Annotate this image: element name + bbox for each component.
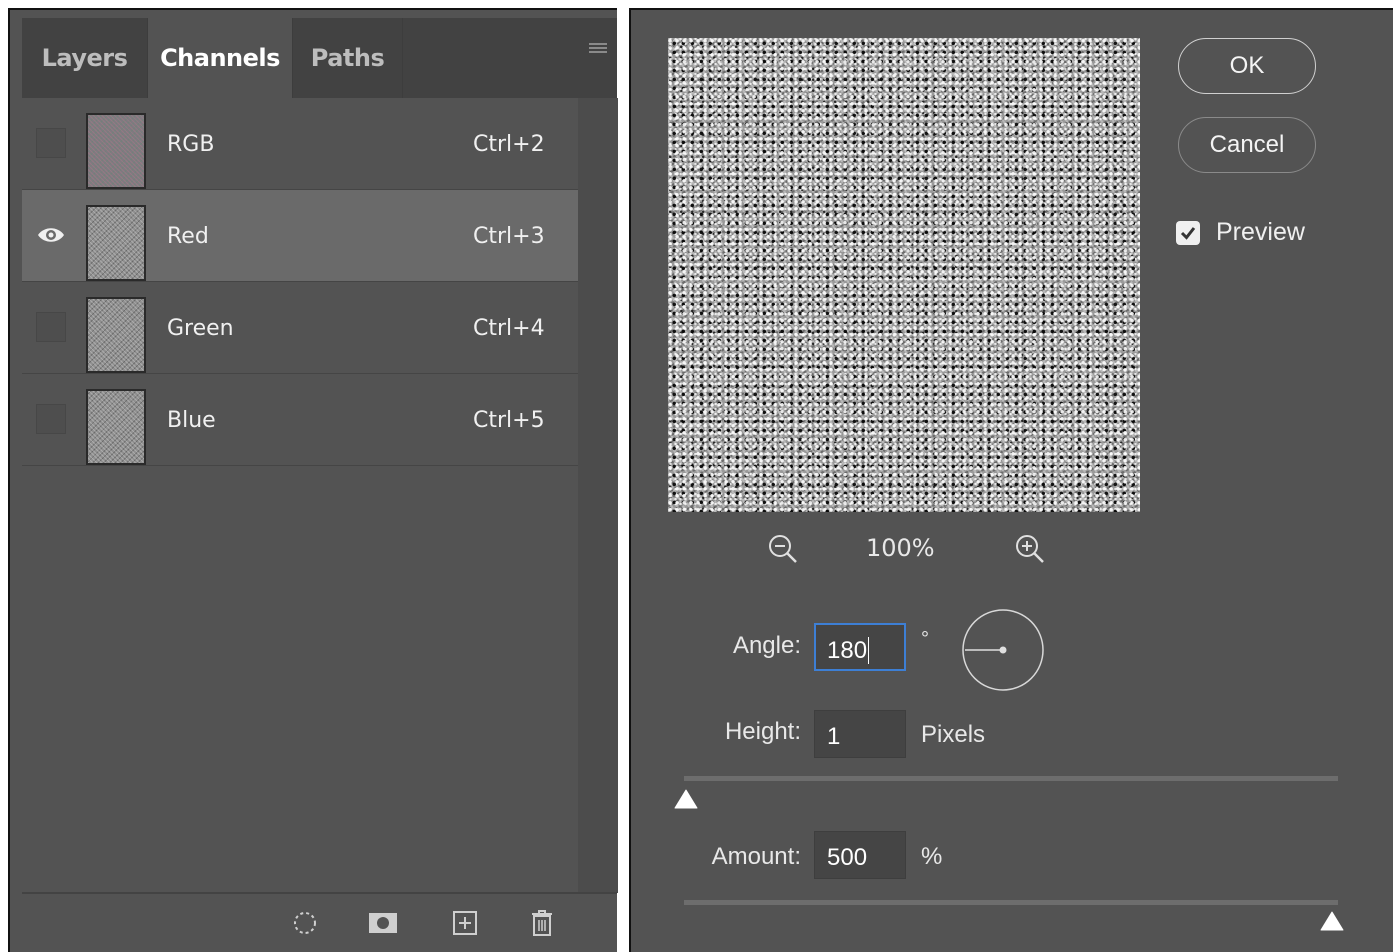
height-input[interactable]: 1 bbox=[814, 710, 906, 758]
channel-row-rgb[interactable]: RGB Ctrl+2 bbox=[22, 98, 578, 190]
angle-value: 180 bbox=[827, 637, 868, 664]
preview-checkbox[interactable] bbox=[1176, 220, 1200, 245]
angle-unit: ° bbox=[921, 628, 929, 650]
zoom-in-icon[interactable] bbox=[1013, 532, 1047, 570]
tab-paths[interactable]: Paths bbox=[293, 18, 403, 98]
channel-row-blue[interactable]: Blue Ctrl+5 bbox=[22, 374, 578, 466]
tab-layers[interactable]: Layers bbox=[22, 18, 147, 98]
amount-slider-track[interactable] bbox=[684, 900, 1338, 905]
channels-panel: Layers Channels Paths RGB Ctrl+2 Red Ctr… bbox=[8, 8, 618, 952]
save-selection-mask-icon[interactable] bbox=[368, 908, 398, 938]
preview-label: Preview bbox=[1216, 218, 1305, 246]
channel-name: Red bbox=[167, 224, 209, 249]
zoom-level: 100% bbox=[866, 534, 935, 562]
channel-shortcut: Ctrl+3 bbox=[473, 224, 545, 249]
channel-thumbnail bbox=[86, 205, 146, 281]
channel-row-green[interactable]: Green Ctrl+4 bbox=[22, 282, 578, 374]
channel-thumbnail bbox=[86, 113, 146, 189]
delete-channel-icon[interactable] bbox=[527, 908, 557, 938]
zoom-out-icon[interactable] bbox=[766, 532, 800, 570]
eye-icon bbox=[38, 228, 64, 242]
visibility-toggle[interactable] bbox=[36, 404, 66, 434]
visibility-toggle[interactable] bbox=[36, 128, 66, 158]
checkmark-icon bbox=[1180, 226, 1196, 240]
amount-label: Amount: bbox=[711, 843, 801, 870]
channel-name: Green bbox=[167, 316, 234, 341]
panel-bottom-bar bbox=[22, 892, 617, 952]
visibility-toggle[interactable] bbox=[36, 220, 66, 250]
amount-unit: % bbox=[921, 843, 943, 870]
amount-input[interactable]: 500 bbox=[814, 831, 906, 879]
emboss-dialog: 100% OK Cancel Preview Angle: 180 ° Heig… bbox=[629, 8, 1393, 952]
visibility-toggle[interactable] bbox=[36, 312, 66, 342]
preview-toggle[interactable]: Preview bbox=[1176, 218, 1305, 247]
angle-input[interactable]: 180 bbox=[814, 623, 906, 671]
load-selection-icon[interactable] bbox=[290, 908, 320, 938]
channel-shortcut: Ctrl+4 bbox=[473, 316, 545, 341]
cancel-button[interactable]: Cancel bbox=[1178, 117, 1316, 173]
height-label: Height: bbox=[724, 718, 801, 745]
scrollbar-track[interactable] bbox=[578, 98, 618, 893]
channel-thumbnail bbox=[86, 297, 146, 373]
height-unit: Pixels bbox=[921, 721, 986, 748]
channel-row-red[interactable]: Red Ctrl+3 bbox=[22, 190, 578, 282]
ok-button[interactable]: OK bbox=[1178, 38, 1316, 94]
channel-list: RGB Ctrl+2 Red Ctrl+3 Green Ctrl+4 Blue … bbox=[22, 98, 578, 466]
angle-dial-icon[interactable] bbox=[961, 608, 1045, 692]
channel-thumbnail bbox=[86, 389, 146, 465]
channel-shortcut: Ctrl+2 bbox=[473, 132, 545, 157]
height-slider-thumb[interactable] bbox=[673, 788, 699, 810]
height-slider-track[interactable] bbox=[684, 776, 1338, 781]
new-channel-icon[interactable] bbox=[450, 908, 480, 938]
filter-preview-image[interactable] bbox=[668, 38, 1140, 512]
tab-channels[interactable]: Channels bbox=[147, 18, 293, 98]
panel-menu-icon[interactable] bbox=[589, 43, 607, 57]
panel-tabs: Layers Channels Paths bbox=[22, 18, 617, 98]
channel-name: RGB bbox=[167, 132, 215, 157]
channel-name: Blue bbox=[167, 408, 216, 433]
channel-shortcut: Ctrl+5 bbox=[473, 408, 545, 433]
angle-label: Angle: bbox=[732, 632, 801, 659]
amount-slider-thumb[interactable] bbox=[1319, 910, 1345, 932]
